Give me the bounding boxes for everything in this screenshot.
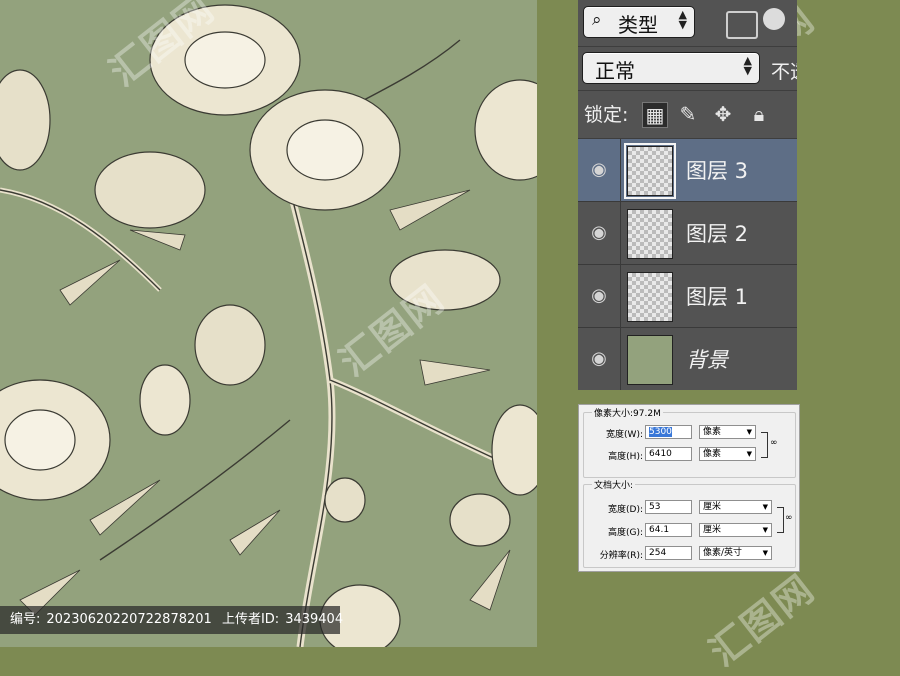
- constrain-bracket: [777, 507, 784, 533]
- layer-row-2[interactable]: ◉ 图层 2: [578, 202, 797, 265]
- adjustment-filter-icon[interactable]: [763, 8, 785, 30]
- document-size-label: 文档大小:: [592, 478, 636, 491]
- doc-width-input[interactable]: 53: [645, 500, 692, 514]
- doc-height-input[interactable]: 64.1: [645, 523, 692, 537]
- layer-row-1[interactable]: ◉ 图层 1: [578, 265, 797, 328]
- divider: [620, 202, 621, 264]
- stepper-arrows-icon: ▲ ▼: [678, 8, 687, 31]
- divider: [620, 265, 621, 327]
- layer-name: 图层 2: [686, 222, 749, 246]
- lock-row: 锁定: ▦ ✎ ✥ 🔒︎: [578, 90, 797, 139]
- layer-thumbnail: [627, 272, 673, 322]
- dropdown-caret-icon: ▼: [762, 503, 768, 511]
- divider: [620, 328, 621, 390]
- visibility-eye-icon[interactable]: ◉: [586, 285, 612, 306]
- search-icon: ⌕: [592, 10, 602, 30]
- width-unit-select[interactable]: 像素 ▼: [699, 425, 756, 439]
- lock-position-icon[interactable]: ✥: [711, 102, 735, 126]
- layer-name: 图层 3: [686, 159, 749, 183]
- height-unit-select[interactable]: 像素 ▼: [699, 447, 756, 461]
- visibility-eye-icon[interactable]: ◉: [586, 222, 612, 243]
- blend-mode-label: 正常: [595, 59, 635, 83]
- dropdown-caret-icon: ▼: [762, 549, 768, 557]
- dropdown-caret-icon: ▼: [746, 450, 752, 458]
- layer-thumbnail: [627, 335, 673, 385]
- layer-row-3[interactable]: ◉ 图层 3: [578, 139, 797, 202]
- resolution-label: 分辨率(R):: [599, 551, 643, 561]
- floral-illustration: [0, 4, 537, 647]
- blend-row: 正常 ▲▼ 不透明度: [578, 46, 797, 91]
- layer-row-background[interactable]: ◉ 背景: [578, 328, 797, 390]
- lock-label: 锁定:: [584, 104, 629, 126]
- document-size-group: 文档大小: 宽度(D): 53 厘米 ▼ 高度(G): 64.1 厘米 ▼ ∞ 分辨…: [583, 478, 796, 568]
- layer-filter-row: ⌕ 类型 ▲ ▼: [578, 0, 797, 47]
- layer-name: 图层 1: [686, 285, 749, 309]
- dropdown-caret-icon: ▼: [746, 428, 752, 436]
- uploader-label: 上传者ID:: [221, 612, 280, 627]
- divider: [620, 139, 621, 201]
- image-size-dialog: 像素大小:97.2M 宽度(W): 5300 像素 ▼ 高度(H): 6410 像…: [578, 404, 800, 572]
- id-label: 编号:: [10, 612, 41, 627]
- opacity-label: 不透明度: [771, 61, 797, 83]
- width-label: 宽度(W):: [606, 430, 643, 440]
- doc-height-label: 高度(G):: [607, 528, 643, 538]
- height-label: 高度(H):: [608, 452, 643, 462]
- lock-transparent-pixels-icon[interactable]: ▦: [642, 102, 668, 128]
- lock-image-pixels-icon[interactable]: ✎: [676, 102, 700, 126]
- id-value: 20230620220722878201: [46, 612, 212, 627]
- filter-kind-label: 类型: [618, 13, 658, 37]
- width-input[interactable]: 5300: [645, 425, 692, 439]
- pixel-dimensions-label: 像素大小:97.2M: [592, 406, 663, 419]
- filter-kind-select[interactable]: ⌕ 类型 ▲ ▼: [583, 6, 695, 38]
- blend-mode-select[interactable]: 正常 ▲ ▼: [582, 52, 760, 84]
- layer-thumbnail: [627, 209, 673, 259]
- upload-info-bar: 编号: 20230620220722878201 上传者ID: 3439404: [0, 606, 344, 634]
- pixel-dimensions-group: 像素大小:97.2M 宽度(W): 5300 像素 ▼ 高度(H): 6410 像…: [583, 406, 796, 478]
- uploader-value: 3439404: [285, 612, 344, 627]
- constrain-bracket: [761, 432, 768, 458]
- height-input[interactable]: 6410: [645, 447, 692, 461]
- stepper-arrows-icon: ▲ ▼: [743, 54, 752, 77]
- resolution-input[interactable]: 254: [645, 546, 692, 560]
- layers-panel: ⌕ 类型 ▲▼ 正常 ▲▼ 不透明度 锁定: ▦ ✎ ✥ 🔒︎ ◉ 图层 3 ◉…: [578, 0, 797, 390]
- chain-link-icon: ∞: [770, 438, 778, 448]
- lock-all-icon[interactable]: 🔒︎: [747, 102, 771, 126]
- doc-width-label: 宽度(D):: [608, 505, 643, 515]
- doc-width-unit-select[interactable]: 厘米 ▼: [699, 500, 772, 514]
- pixel-filter-icon[interactable]: [726, 11, 758, 39]
- layer-name: 背景: [686, 348, 728, 372]
- chain-link-icon: ∞: [785, 513, 793, 523]
- dropdown-caret-icon: ▼: [762, 526, 768, 534]
- visibility-eye-icon[interactable]: ◉: [586, 159, 612, 180]
- layer-thumbnail: [624, 143, 676, 199]
- resolution-unit-select[interactable]: 像素/英寸 ▼: [699, 546, 772, 560]
- floral-artwork: [0, 0, 537, 647]
- visibility-eye-icon[interactable]: ◉: [586, 348, 612, 369]
- doc-height-unit-select[interactable]: 厘米 ▼: [699, 523, 772, 537]
